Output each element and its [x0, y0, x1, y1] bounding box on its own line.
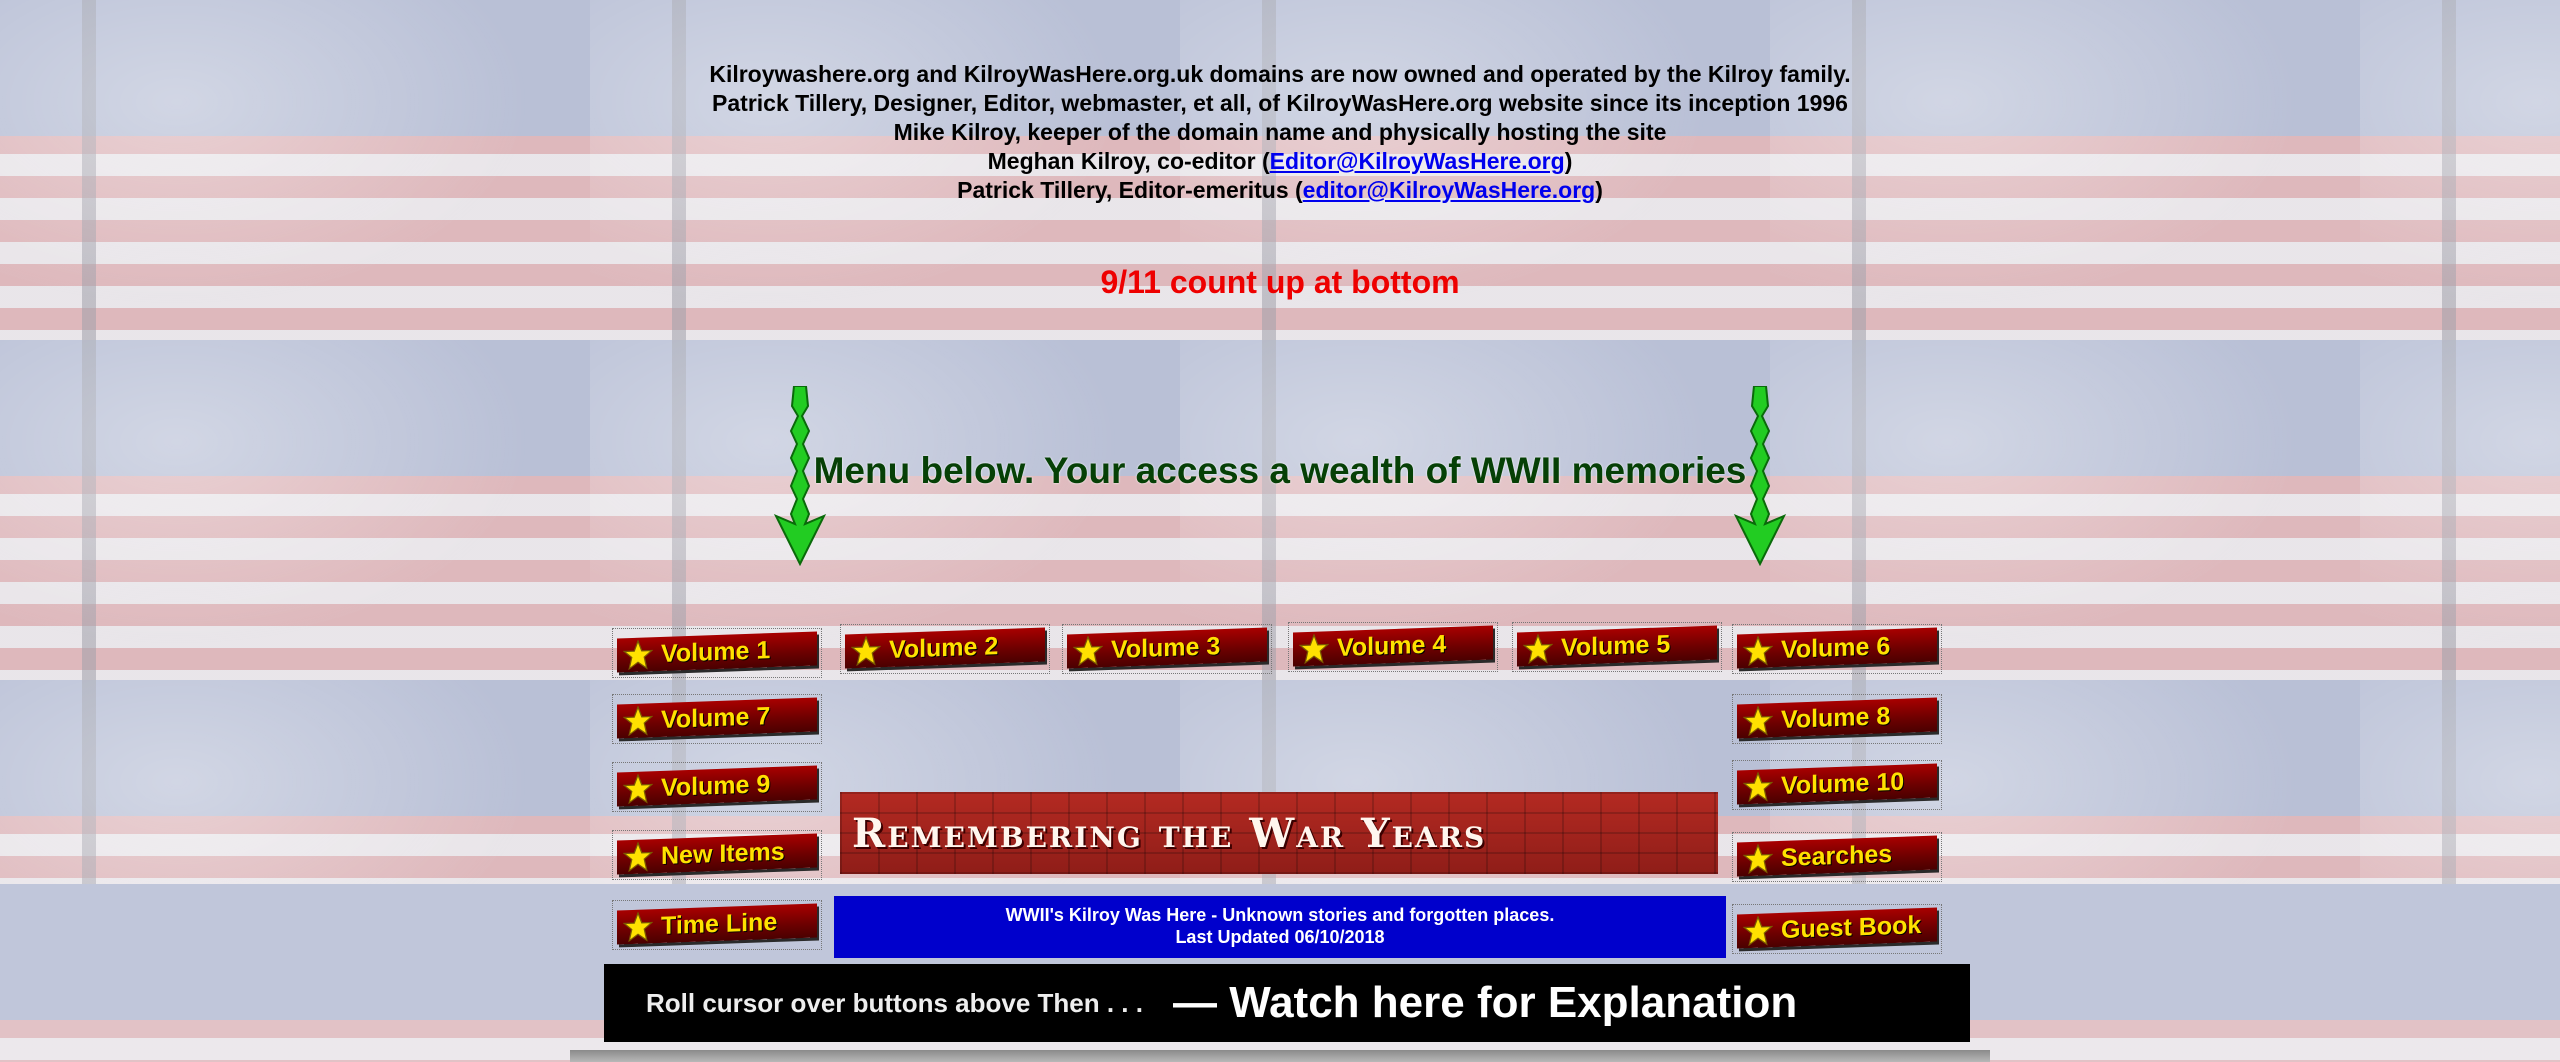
volume-3-label: Volume 3 — [1111, 631, 1221, 664]
remembering-war-years-banner: Remembering the War Years — [840, 792, 1718, 874]
volume-5-button[interactable]: Volume 5 — [1512, 622, 1722, 672]
star-icon — [1743, 635, 1773, 667]
site-tagline: WWII's Kilroy Was Here - Unknown stories… — [1005, 905, 1555, 925]
searches-button[interactable]: Searches — [1732, 832, 1942, 882]
last-updated-date: Last Updated 06/10/2018 — [1175, 927, 1385, 947]
star-icon — [1743, 705, 1773, 737]
star-icon — [851, 635, 881, 667]
volume-8-button[interactable]: Volume 8 — [1732, 694, 1942, 744]
credits-line-5: Patrick Tillery, Editor-emeritus (editor… — [0, 176, 2560, 205]
credits-line-3: Mike Kilroy, keeper of the domain name a… — [893, 119, 1667, 145]
star-icon — [1743, 915, 1773, 947]
volume-7-label: Volume 7 — [661, 701, 771, 734]
credits-line-4-suffix: ) — [1564, 148, 1573, 174]
volume-9-label: Volume 9 — [661, 769, 771, 802]
star-icon — [623, 639, 653, 671]
credits-line-4-prefix: Meghan Kilroy, co-editor ( — [987, 148, 1270, 174]
volume-1-label: Volume 1 — [661, 635, 771, 668]
co-editor-email-link[interactable]: Editor@KilroyWasHere.org — [1270, 148, 1565, 174]
credits-line-5-suffix: ) — [1595, 177, 1603, 203]
last-updated-box: WWII's Kilroy Was Here - Unknown stories… — [834, 896, 1726, 958]
star-icon — [623, 841, 653, 873]
explanation-watch-text: — Watch here for Explanation — [1172, 978, 1798, 1027]
volume-7-button[interactable]: Volume 7 — [612, 694, 822, 744]
volume-6-label: Volume 6 — [1781, 631, 1891, 664]
volume-2-label: Volume 2 — [889, 631, 999, 664]
menu-title: Menu below. Your access a wealth of WWII… — [813, 450, 1747, 491]
explanation-hint: Roll cursor over buttons above Then . . … — [646, 987, 1143, 1018]
explanation-display: Roll cursor over buttons above Then . . … — [604, 964, 1970, 1042]
volume-6-button[interactable]: Volume 6 — [1732, 624, 1942, 674]
searches-label: Searches — [1781, 839, 1893, 872]
volume-2-button[interactable]: Volume 2 — [840, 624, 1050, 674]
volume-10-button[interactable]: Volume 10 — [1732, 760, 1942, 810]
star-icon — [623, 911, 653, 943]
star-icon — [1299, 633, 1329, 665]
star-icon — [1743, 771, 1773, 803]
countup-notice: 9/11 count up at bottom — [1100, 264, 1460, 300]
new-items-label: New Items — [661, 837, 785, 870]
volume-4-button[interactable]: Volume 4 — [1288, 622, 1498, 672]
guest-book-label: Guest Book — [1781, 910, 1922, 944]
volume-9-button[interactable]: Volume 9 — [612, 762, 822, 812]
time-line-button[interactable]: Time Line — [612, 900, 822, 950]
star-icon — [1743, 843, 1773, 875]
volume-1-button[interactable]: Volume 1 — [612, 628, 822, 678]
star-icon — [623, 705, 653, 737]
bottom-frame-edge — [570, 1050, 1990, 1062]
star-icon — [1523, 633, 1553, 665]
guest-book-button[interactable]: Guest Book — [1732, 904, 1942, 954]
site-credits: Kilroywashere.org and KilroyWasHere.org.… — [0, 60, 2560, 205]
star-icon — [623, 773, 653, 805]
volume-5-label: Volume 5 — [1561, 629, 1671, 662]
star-icon — [1073, 635, 1103, 667]
volume-3-button[interactable]: Volume 3 — [1062, 624, 1272, 674]
volume-10-label: Volume 10 — [1781, 767, 1905, 800]
credits-line-5-prefix: Patrick Tillery, Editor-emeritus ( — [957, 177, 1303, 203]
new-items-button[interactable]: New Items — [612, 830, 822, 880]
credits-line-4: Meghan Kilroy, co-editor (Editor@KilroyW… — [0, 147, 2560, 176]
volume-4-label: Volume 4 — [1337, 629, 1447, 662]
credits-line-1: Kilroywashere.org and KilroyWasHere.org.… — [709, 61, 1851, 87]
credits-line-2: Patrick Tillery, Designer, Editor, webma… — [712, 90, 1848, 116]
volume-8-label: Volume 8 — [1781, 701, 1891, 734]
time-line-label: Time Line — [661, 907, 778, 940]
editor-emeritus-email-link[interactable]: editor@KilroyWasHere.org — [1303, 177, 1596, 203]
page-content: Kilroywashere.org and KilroyWasHere.org.… — [0, 0, 2560, 1062]
